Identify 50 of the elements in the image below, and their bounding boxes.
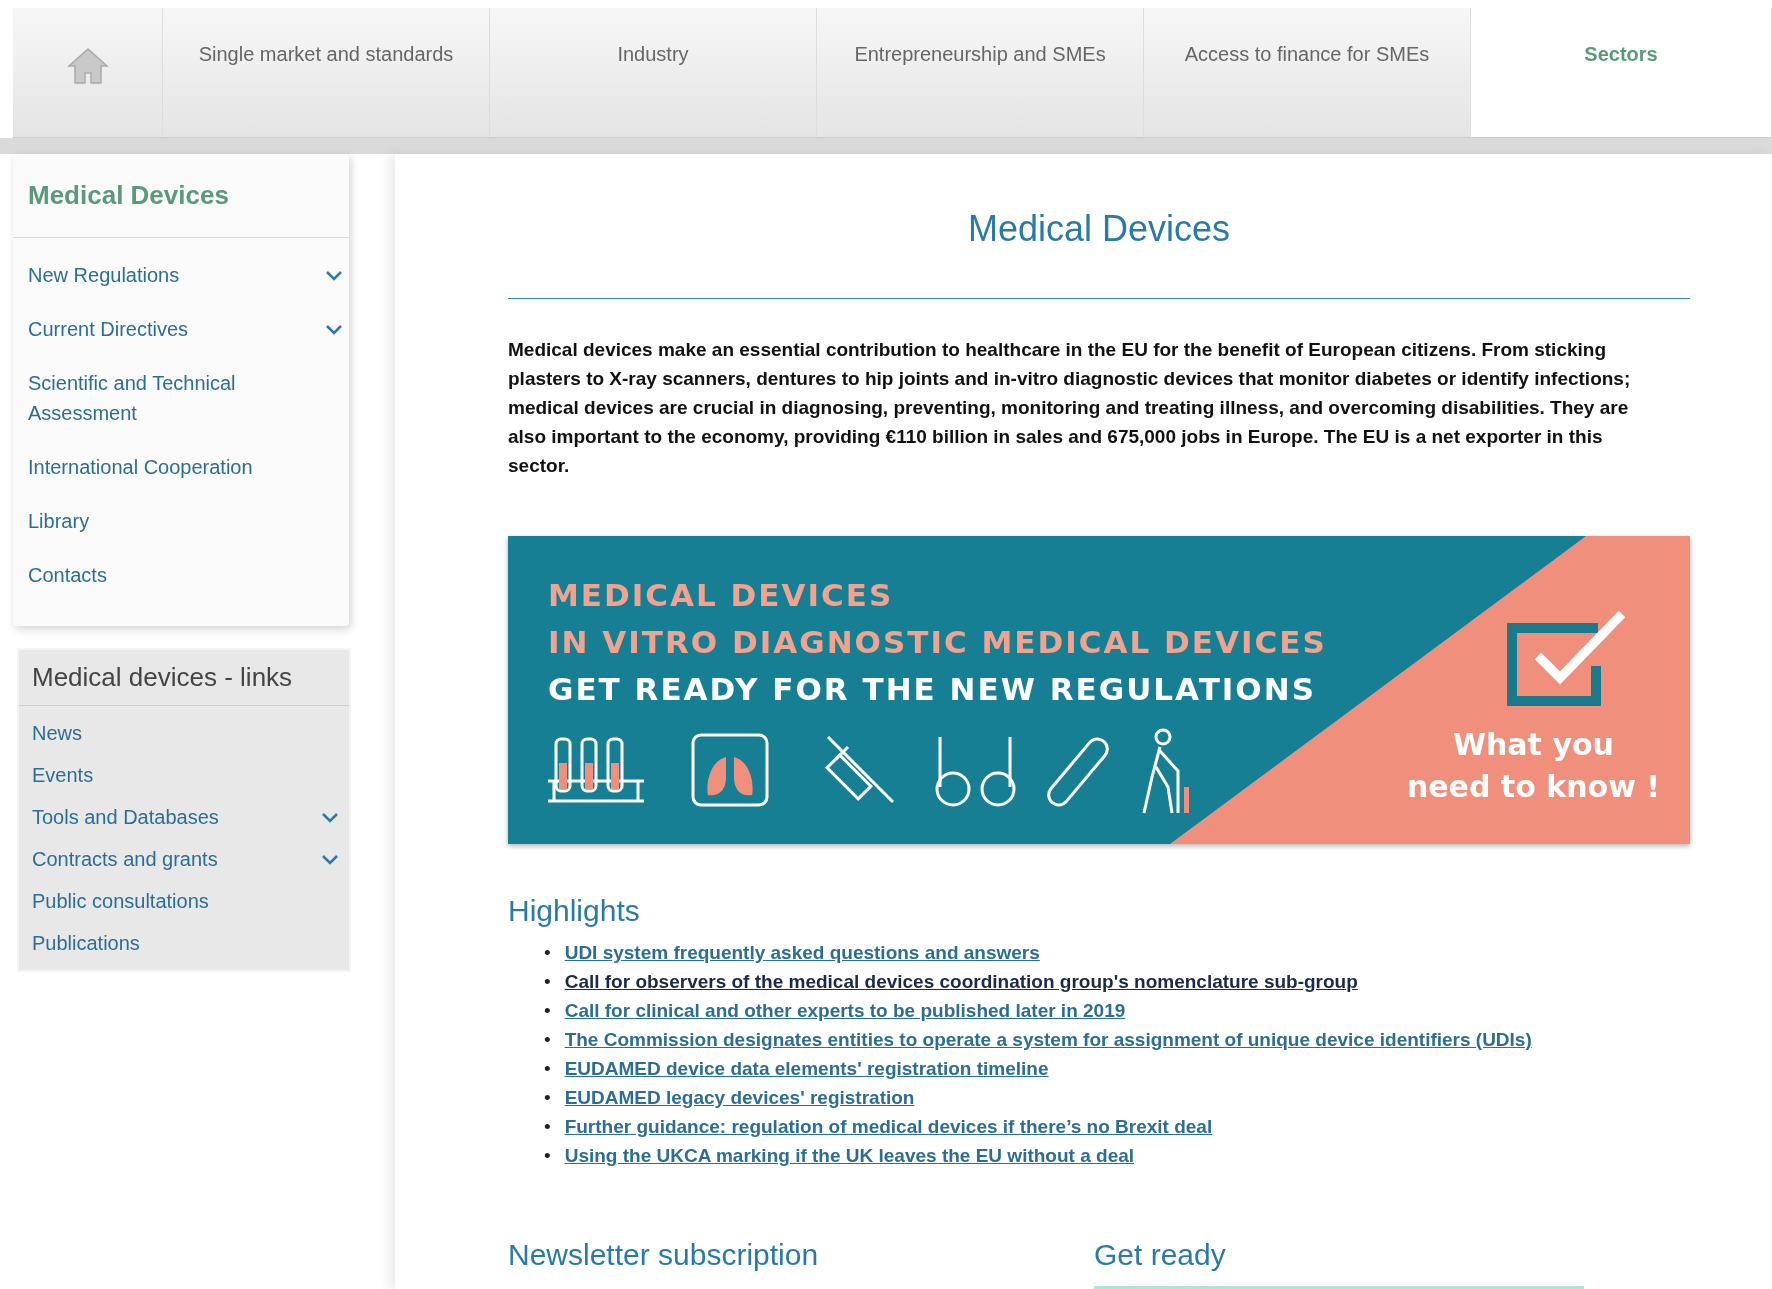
sidebar-link[interactable]: New Regulations xyxy=(28,260,180,290)
section-heading: Highlights xyxy=(508,894,641,928)
highlight-link[interactable]: UDI system frequently asked questions and answers xyxy=(564,942,1040,963)
chevron-down-icon[interactable] xyxy=(325,324,343,335)
sidebar-link[interactable]: International Cooperation xyxy=(28,452,253,482)
highlight-link[interactable]: EUDAMED legacy devices' registration xyxy=(564,1087,915,1108)
intro-paragraph: Medical devices make an essential contribution to healthcare in the EU for the benefit of European citizens. From sticking plasters to X-ray scanners, dentures to hip joints and in-vitro diagnostic devices that monitor diabetes or identify infections; medical devices are crucial in diagnosing, preventing, monitoring and treating illness, and overcoming disabilities. They are also important to the economy, providing €110 billion in sales and 675,000 jobs in Europe. The EU is a net exporter in this sector. xyxy=(508,338,1632,478)
sidebar-link[interactable]: Events xyxy=(32,760,94,790)
nav-tab[interactable]: Sectors xyxy=(1471,8,1772,137)
callout-text: What you xyxy=(1452,726,1614,764)
sidebar-link[interactable]: Public consultations xyxy=(32,886,209,916)
sidebar-link[interactable]: Publications xyxy=(32,928,140,958)
list-bullet: • xyxy=(544,1000,551,1021)
banner-heading: IN VITRO DIAGNOSTIC MEDICAL DEVICES xyxy=(548,623,1327,662)
highlight-link[interactable]: EUDAMED device data elements' registration timeline xyxy=(564,1058,1049,1079)
sidebar-title: Medical Devices xyxy=(13,154,349,238)
banner[interactable]: MEDICAL DEVICES IN VITRO DIAGNOSTIC MEDICAL DEVICES GET READY FOR THE NEW REGULATIONS What you need to know ! xyxy=(508,536,1690,844)
section-heading: Newsletter subscription xyxy=(508,1238,820,1272)
home-icon xyxy=(65,46,110,86)
chevron-down-icon[interactable] xyxy=(321,812,339,823)
nav-tab[interactable]: Industry xyxy=(490,8,817,137)
sidebar-link[interactable]: Tools and Databases xyxy=(32,802,219,832)
list-bullet: • xyxy=(544,1058,551,1079)
highlight-link[interactable]: Using the UKCA marking if the UK leaves the EU without a deal xyxy=(564,1145,1135,1166)
banner-heading: GET READY FOR THE NEW REGULATIONS xyxy=(548,670,1317,709)
list-bullet: • xyxy=(544,942,551,963)
chevron-down-icon[interactable] xyxy=(325,270,343,281)
list-bullet: • xyxy=(544,971,551,992)
page-title: Medical Devices xyxy=(966,208,1232,250)
highlight-link[interactable]: Call for observers of the medical devices coordination group's nomenclature sub-group xyxy=(564,971,1358,992)
list-bullet: • xyxy=(544,1116,551,1137)
sidebar-link[interactable]: Contacts xyxy=(28,560,107,590)
sidebar-link[interactable]: News xyxy=(32,718,82,748)
list-bullet: • xyxy=(544,1087,551,1108)
highlight-link[interactable]: Further guidance: regulation of medical devices if there’s no Brexit deal xyxy=(564,1116,1213,1137)
section-heading: Get ready xyxy=(1094,1238,1227,1272)
sidebar-link[interactable]: Current Directives xyxy=(28,314,189,344)
banner-heading: MEDICAL DEVICES xyxy=(548,576,895,615)
chevron-down-icon[interactable] xyxy=(321,854,339,865)
sidebar-link[interactable]: Library xyxy=(28,506,90,536)
nav-tab[interactable]: Single market and standards xyxy=(163,8,490,137)
highlight-link[interactable]: The Commission designates entities to operate a system for assignment of unique device identifiers (UDIs) xyxy=(564,1029,1532,1050)
callout-text: need to know ! xyxy=(1406,768,1660,806)
links-title: Medical devices - links xyxy=(19,650,349,706)
sidebar-link[interactable]: Contracts and grants xyxy=(32,844,218,874)
list-bullet: • xyxy=(544,1145,551,1166)
highlight-link[interactable]: Call for clinical and other experts to be published later in 2019 xyxy=(564,1000,1126,1021)
list-bullet: • xyxy=(544,1029,551,1050)
nav-tab[interactable]: Entrepreneurship and SMEs xyxy=(817,8,1144,137)
sidebar-link[interactable]: Scientific and Technical Assessment xyxy=(28,368,268,428)
